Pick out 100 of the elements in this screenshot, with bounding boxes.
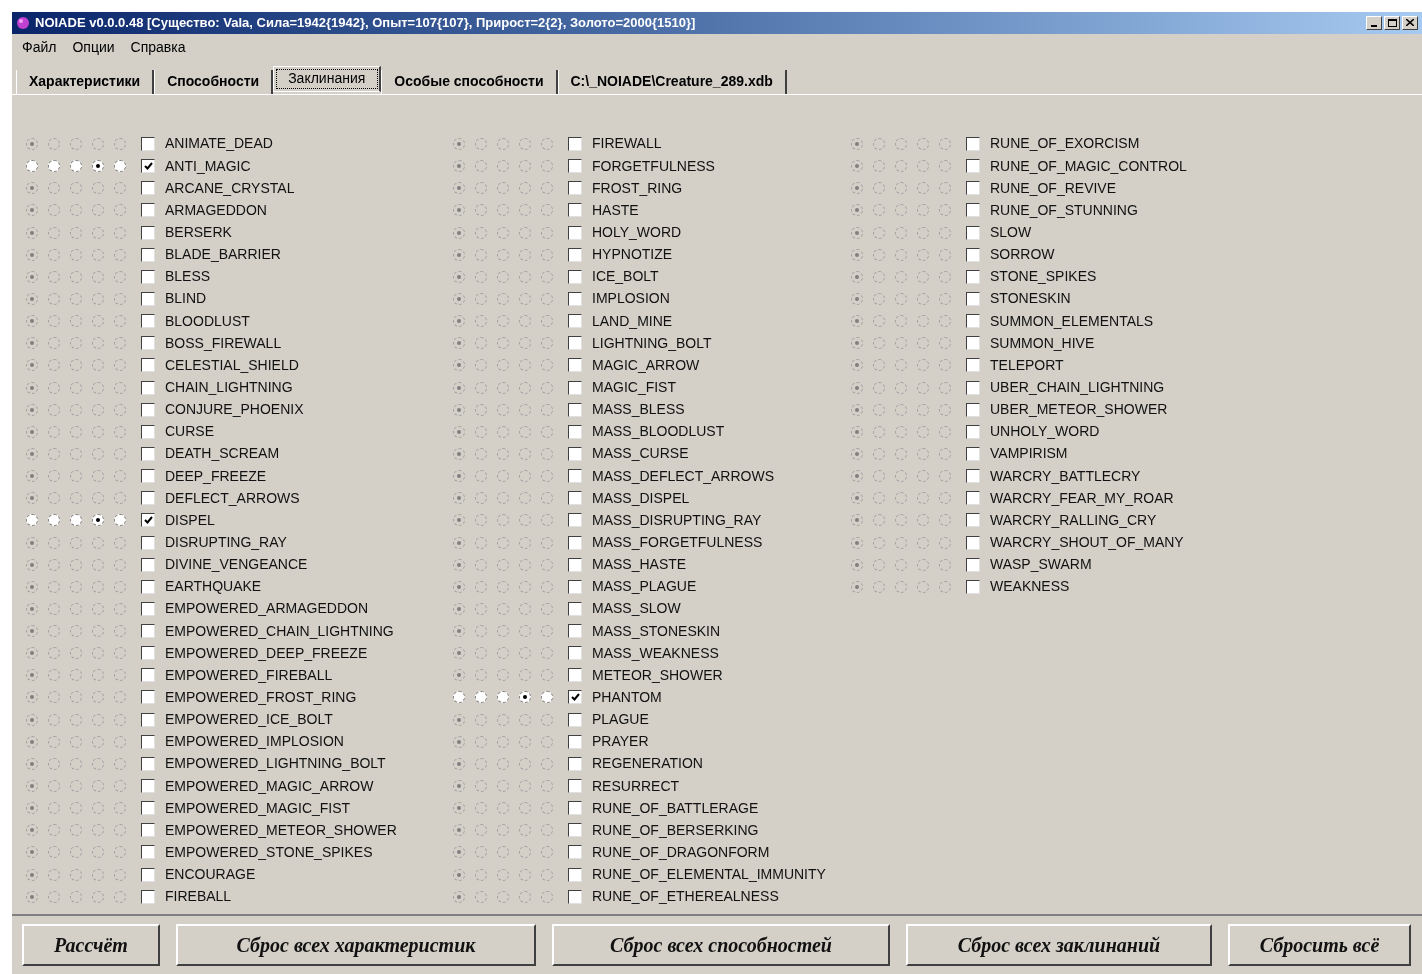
- spell-label: LIGHTNING_BOLT: [592, 333, 712, 353]
- spell-label: VAMPIRISM: [990, 444, 1068, 464]
- spell-label: STONESKIN: [990, 289, 1071, 309]
- spell-label: ANTI_MAGIC: [165, 156, 251, 176]
- spell-label: UNHOLY_WORD: [990, 422, 1100, 442]
- action-button[interactable]: Рассчёт: [22, 924, 160, 967]
- spell-label: PHANTOM: [592, 688, 662, 707]
- spell-label: HYPNOTIZE: [592, 245, 673, 265]
- menu-item[interactable]: Справка: [122, 37, 194, 59]
- spell-label: MASS_PLAGUE: [592, 577, 697, 597]
- spell-label: RESURRECT: [592, 776, 680, 796]
- spell-label: DISRUPTING_RAY: [165, 533, 287, 552]
- spell-label: PRAYER: [592, 732, 649, 752]
- spell-label: HASTE: [592, 200, 639, 220]
- spell-label: MASS_DEFLECT_ARROWS: [592, 466, 775, 486]
- tab[interactable]: Особые способности: [381, 69, 558, 94]
- spell-label: RUNE_OF_DRAGONFORM: [592, 842, 770, 862]
- spell-label: ICE_BOLT: [592, 267, 659, 287]
- spell-label: LAND_MINE: [592, 311, 673, 331]
- spell-label: MASS_BLOODLUST: [592, 422, 725, 442]
- spell-label: DEFLECT_ARROWS: [165, 488, 300, 508]
- checkbox[interactable]: [568, 690, 582, 705]
- spell-label: SLOW: [990, 223, 1032, 243]
- spell-label: RUNE_OF_ELEMENTAL_IMMUNITY: [592, 865, 826, 885]
- spell-label: DISPEL: [165, 510, 215, 530]
- spell-label: MASS_STONESKIN: [592, 621, 721, 641]
- spell-label: UBER_METEOR_SHOWER: [990, 400, 1168, 420]
- spell-label: EMPOWERED_CHAIN_LIGHTNING: [165, 621, 394, 641]
- spell-label: WASP_SWARM: [990, 555, 1092, 575]
- spell-label: TELEPORT: [990, 355, 1064, 375]
- spell-label: WEAKNESS: [990, 577, 1070, 597]
- app-icon: [16, 16, 30, 30]
- spell-label: WARCRY_FEAR_MY_ROAR: [990, 488, 1174, 508]
- spell-label: BERSERK: [165, 223, 232, 243]
- checkmark-icon: [570, 693, 580, 702]
- spell-label: MASS_DISPEL: [592, 488, 690, 508]
- spell-label: FROST_RING: [592, 178, 683, 198]
- spell-label: MAGIC_ARROW: [592, 355, 700, 375]
- spell-label: BLOODLUST: [165, 311, 250, 331]
- tab[interactable]: Заклинания: [273, 65, 382, 92]
- spell-label: BLESS: [165, 267, 211, 287]
- maximize-button[interactable]: [1384, 16, 1400, 30]
- spell-label: ARMAGEDDON: [165, 200, 267, 220]
- spell-label: MASS_HASTE: [592, 555, 687, 575]
- spell-label: EMPOWERED_METEOR_SHOWER: [165, 820, 397, 840]
- spell-label: EMPOWERED_STONE_SPIKES: [165, 842, 373, 862]
- tab[interactable]: Способности: [154, 69, 274, 94]
- spell-label: RUNE_OF_BERSERKING: [592, 820, 759, 840]
- checkmark-icon: [143, 162, 153, 171]
- spell-label: MASS_FORGETFULNESS: [592, 533, 763, 552]
- spell-label: EMPOWERED_MAGIC_ARROW: [165, 776, 374, 796]
- spell-label: MAGIC_FIST: [592, 378, 676, 397]
- spell-label: EMPOWERED_LIGHTNING_BOLT: [165, 754, 386, 774]
- spell-label: FIREWALL: [592, 134, 662, 154]
- spell-label: EMPOWERED_ICE_BOLT: [165, 710, 333, 730]
- spell-label: MASS_SLOW: [592, 599, 681, 619]
- spell-label: BOSS_FIREWALL: [165, 333, 282, 353]
- spell-label: METEOR_SHOWER: [592, 665, 723, 685]
- action-button[interactable]: Сбросить всё: [1228, 924, 1411, 967]
- spell-label: EMPOWERED_IMPLOSION: [165, 732, 344, 752]
- spell-label: RUNE_OF_EXORCISM: [990, 134, 1140, 154]
- action-button[interactable]: Сброс всех способностей: [552, 924, 890, 967]
- spell-label: CHAIN_LIGHTNING: [165, 378, 293, 397]
- close-button[interactable]: [1402, 16, 1418, 30]
- spell-label: EMPOWERED_FIREBALL: [165, 665, 333, 685]
- checkbox[interactable]: [141, 513, 155, 528]
- spell-label: BLADE_BARRIER: [165, 245, 281, 265]
- spell-label: FIREBALL: [165, 887, 232, 907]
- spell-label: EMPOWERED_ARMAGEDDON: [165, 599, 369, 619]
- spell-label: DIVINE_VENGEANCE: [165, 555, 308, 575]
- spell-label: RUNE_OF_ETHEREALNESS: [592, 887, 779, 907]
- spell-label: BLIND: [165, 289, 207, 309]
- spell-label: DEATH_SCREAM: [165, 444, 280, 464]
- minimize-icon: [1371, 25, 1377, 27]
- spell-label: SUMMON_HIVE: [990, 333, 1095, 353]
- tab[interactable]: Характеристики: [16, 69, 155, 94]
- spell-label: WARCRY_SHOUT_OF_MANY: [990, 533, 1184, 552]
- spell-label: EMPOWERED_MAGIC_FIST: [165, 798, 351, 818]
- spell-label: RUNE_OF_BATTLERAGE: [592, 798, 759, 818]
- minimize-button[interactable]: [1366, 16, 1382, 30]
- spell-label: WARCRY_BATTLECRY: [990, 466, 1141, 486]
- spell-label: FORGETFULNESS: [592, 156, 715, 176]
- spell-label: RUNE_OF_STUNNING: [990, 200, 1138, 220]
- action-button[interactable]: Сброс всех характеристик: [176, 924, 536, 967]
- action-button[interactable]: Сброс всех заклинаний: [906, 924, 1212, 967]
- spell-label: REGENERATION: [592, 754, 703, 774]
- spell-label: HOLY_WORD: [592, 223, 682, 243]
- spell-label: MASS_CURSE: [592, 444, 689, 464]
- spell-label: RUNE_OF_REVIVE: [990, 178, 1117, 198]
- checkmark-icon: [143, 516, 153, 525]
- tab[interactable]: C:\_NOIADE\Creature_289.xdb: [557, 69, 787, 94]
- checkbox[interactable]: [141, 159, 155, 174]
- spell-label: SUMMON_ELEMENTALS: [990, 311, 1154, 331]
- spell-label: ARCANE_CRYSTAL: [165, 178, 295, 198]
- spell-label: MASS_WEAKNESS: [592, 643, 719, 663]
- spell-label: UBER_CHAIN_LIGHTNING: [990, 378, 1165, 397]
- spell-label: CONJURE_PHOENIX: [165, 400, 304, 420]
- close-icon: [1406, 19, 1414, 27]
- menu-item[interactable]: Опции: [64, 37, 123, 59]
- menu-item[interactable]: Файл: [14, 37, 65, 59]
